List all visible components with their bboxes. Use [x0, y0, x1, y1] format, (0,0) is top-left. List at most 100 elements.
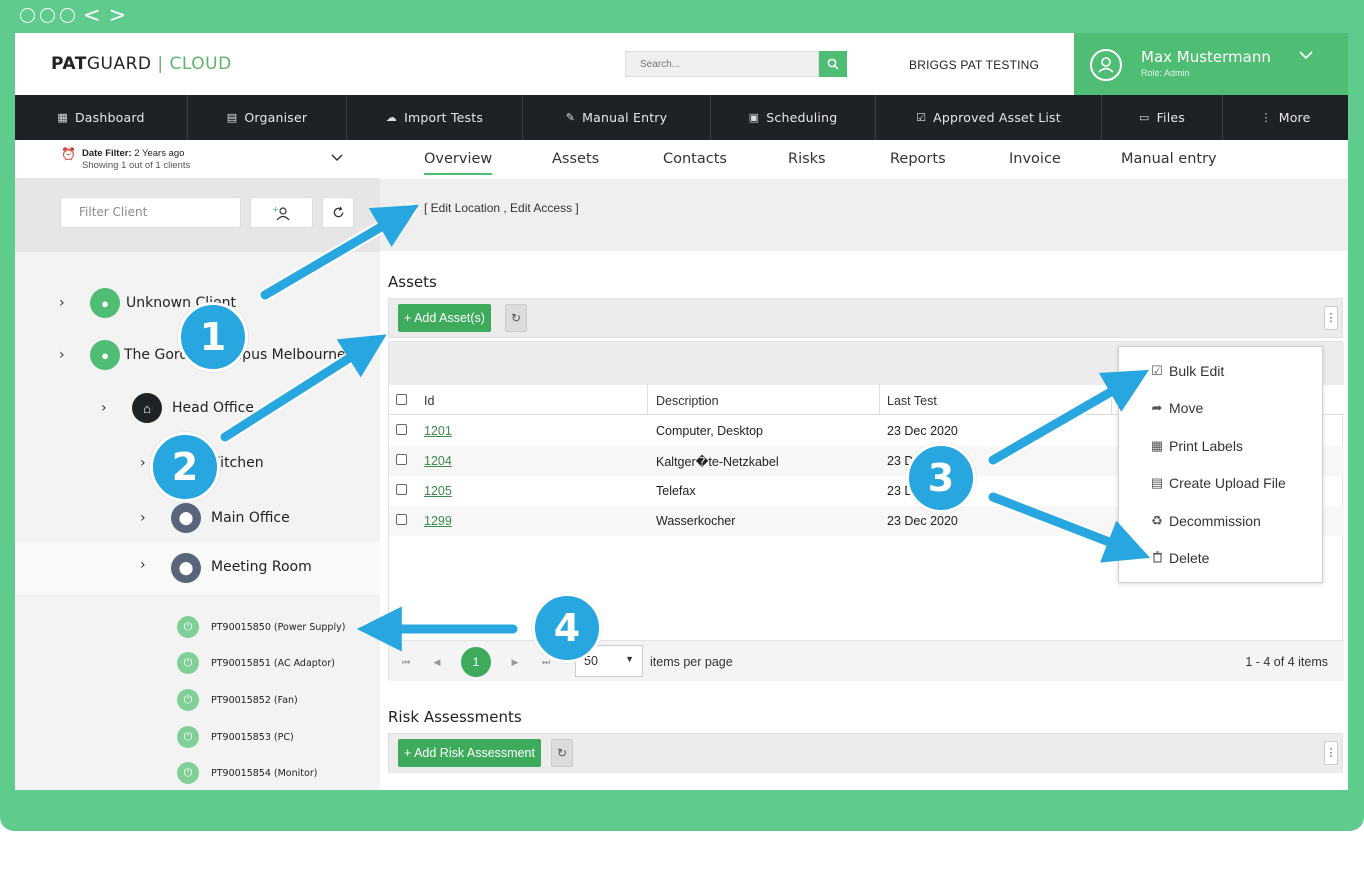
tab-risks[interactable]: Risks	[788, 151, 826, 167]
prev-page-icon[interactable]: ◀	[426, 651, 448, 673]
window-maximize-icon[interactable]	[60, 8, 75, 23]
refresh-clients-button[interactable]	[322, 197, 354, 228]
back-icon[interactable]: <	[83, 5, 101, 26]
chevron-down-icon[interactable]	[1299, 47, 1313, 65]
tab-invoice[interactable]: Invoice	[1009, 151, 1061, 167]
select-all-checkbox[interactable]	[396, 394, 407, 405]
nav-more[interactable]: ⋮ More	[1223, 95, 1348, 140]
add-client-button[interactable]: +	[250, 197, 313, 228]
date-filter-label: Date Filter: 2 Years ago	[82, 148, 184, 159]
column-header-description[interactable]: Description	[656, 394, 719, 408]
row-checkbox[interactable]	[396, 454, 407, 465]
date-filter[interactable]: ⏰ Date Filter: 2 Years ago Showing 1 out…	[15, 140, 380, 179]
chevron-right-icon[interactable]: ›	[140, 557, 146, 573]
nav-label: Scheduling	[766, 110, 838, 125]
location-pin-icon: ⬤	[171, 553, 201, 583]
items-per-page-label: items per page	[650, 655, 733, 669]
menu-label: Move	[1169, 400, 1204, 416]
asset-id-link[interactable]: 1201	[424, 424, 452, 438]
nav-organiser[interactable]: ▤ Organiser	[188, 95, 347, 140]
kebab-icon: ⋮	[1260, 111, 1272, 124]
menu-item-print-labels[interactable]: ▦ Print Labels	[1150, 438, 1243, 454]
column-divider	[879, 385, 880, 415]
chevron-right-icon[interactable]: ›	[59, 295, 65, 311]
tree-node-asset[interactable]: ⏻ PT90015854 (Monitor)	[15, 761, 380, 785]
risk-assessments-title: Risk Assessments	[388, 708, 522, 726]
caret-down-icon: ▼	[625, 654, 634, 664]
organiser-icon: ▤	[226, 111, 238, 124]
nav-files[interactable]: ▭ Files	[1102, 95, 1223, 140]
chevron-right-icon[interactable]: ›	[59, 347, 65, 363]
tree-node-asset[interactable]: ⏻ PT90015853 (PC)	[15, 725, 380, 749]
tree-node-asset[interactable]: ⏻ PT90015851 (AC Adaptor)	[15, 651, 380, 675]
forward-icon[interactable]: >	[109, 5, 127, 26]
tab-assets[interactable]: Assets	[552, 151, 599, 167]
window-close-icon[interactable]	[20, 8, 35, 23]
edit-location-access-link[interactable]: [ Edit Location , Edit Access ]	[424, 201, 579, 215]
tree-label: PT90015850 (Power Supply)	[211, 621, 346, 633]
nav-manual-entry[interactable]: ✎ Manual Entry	[523, 95, 711, 140]
location-pin-icon: ⬤	[171, 503, 201, 533]
add-risk-assessment-button[interactable]: + Add Risk Assessment	[398, 739, 541, 767]
logo-cloud: CLOUD	[169, 54, 232, 74]
first-page-icon[interactable]: ⏮	[395, 651, 417, 673]
tab-manual-entry[interactable]: Manual entry	[1121, 151, 1217, 167]
menu-item-move[interactable]: ➦ Move	[1150, 400, 1204, 416]
user-menu[interactable]: Max Mustermann Role: Admin	[1074, 33, 1348, 95]
nav-approved-asset-list[interactable]: ☑ Approved Asset List	[876, 95, 1102, 140]
plug-icon: ⏻	[177, 762, 199, 784]
tree-node-asset[interactable]: ⏻ PT90015850 (Power Supply)	[15, 615, 380, 639]
current-page[interactable]: 1	[461, 647, 491, 677]
search-button[interactable]	[819, 51, 847, 77]
nav-scheduling[interactable]: ▣ Scheduling	[711, 95, 876, 140]
refresh-icon[interactable]: ↻	[505, 304, 527, 332]
tree-node-asset[interactable]: ⏻ PT90015852 (Fan)	[15, 688, 380, 712]
chevron-right-icon[interactable]: ›	[101, 400, 107, 416]
kebab-icon[interactable]: ⋮	[1324, 306, 1338, 330]
tab-overview[interactable]: Overview	[424, 151, 493, 175]
menu-item-bulk-edit[interactable]: ☑ Bulk Edit	[1150, 363, 1224, 379]
menu-label: Delete	[1169, 550, 1210, 566]
window-minimize-icon[interactable]	[40, 8, 55, 23]
tree-node-site[interactable]: › ⌂ Head Office	[15, 393, 380, 423]
tree-node-location[interactable]: › ⬤ Main Office	[15, 503, 380, 533]
chevron-down-icon[interactable]	[331, 149, 343, 165]
nav-import-tests[interactable]: ☁ Import Tests	[347, 95, 523, 140]
next-page-icon[interactable]: ▶	[504, 651, 526, 673]
nav-label: More	[1278, 110, 1311, 125]
menu-label: Print Labels	[1169, 438, 1243, 454]
tree-label: PT90015852 (Fan)	[211, 694, 298, 706]
column-header-id[interactable]: Id	[424, 394, 434, 408]
asset-id-link[interactable]: 1299	[424, 514, 452, 528]
row-checkbox[interactable]	[396, 424, 407, 435]
chevron-right-icon[interactable]: ›	[140, 455, 146, 471]
tree-label: Meeting Room	[211, 559, 312, 575]
items-count: 1 - 4 of 4 items	[1245, 655, 1328, 669]
search-input[interactable]	[625, 51, 819, 77]
menu-item-delete[interactable]: Delete	[1150, 550, 1209, 566]
callout-3: 3	[906, 443, 976, 513]
tab-reports[interactable]: Reports	[890, 151, 946, 167]
asset-id-link[interactable]: 1205	[424, 484, 452, 498]
tree-node-location-selected[interactable]: › ⬤ Meeting Room	[15, 542, 380, 595]
column-header-last-test[interactable]: Last Test	[887, 394, 937, 408]
row-checkbox[interactable]	[396, 514, 407, 525]
kebab-icon[interactable]: ⋮	[1324, 741, 1338, 765]
qrcode-icon: ▦	[1150, 438, 1164, 453]
content-tabs: Overview Assets Contacts Risks Reports I…	[380, 140, 1348, 179]
chevron-right-icon[interactable]: ›	[140, 510, 146, 526]
tab-contacts[interactable]: Contacts	[663, 151, 727, 167]
menu-item-create-upload-file[interactable]: ▤ Create Upload File	[1150, 475, 1286, 491]
menu-item-decommission[interactable]: ♻ Decommission	[1150, 513, 1261, 529]
nav-label: Dashboard	[74, 110, 145, 125]
callout-2: 2	[150, 432, 220, 502]
refresh-icon[interactable]: ↻	[551, 739, 573, 767]
asset-id-link[interactable]: 1204	[424, 454, 452, 468]
filter-client-input[interactable]: Filter Client	[60, 197, 241, 228]
nav-dashboard[interactable]: ▦ Dashboard	[15, 95, 188, 140]
app-logo[interactable]: PATGUARD | CLOUD	[51, 54, 232, 74]
row-checkbox[interactable]	[396, 484, 407, 495]
company-name: BRIGGS PAT TESTING	[909, 58, 1040, 72]
add-asset-button[interactable]: + Add Asset(s)	[398, 304, 491, 332]
asset-description: Computer, Desktop	[656, 424, 763, 438]
